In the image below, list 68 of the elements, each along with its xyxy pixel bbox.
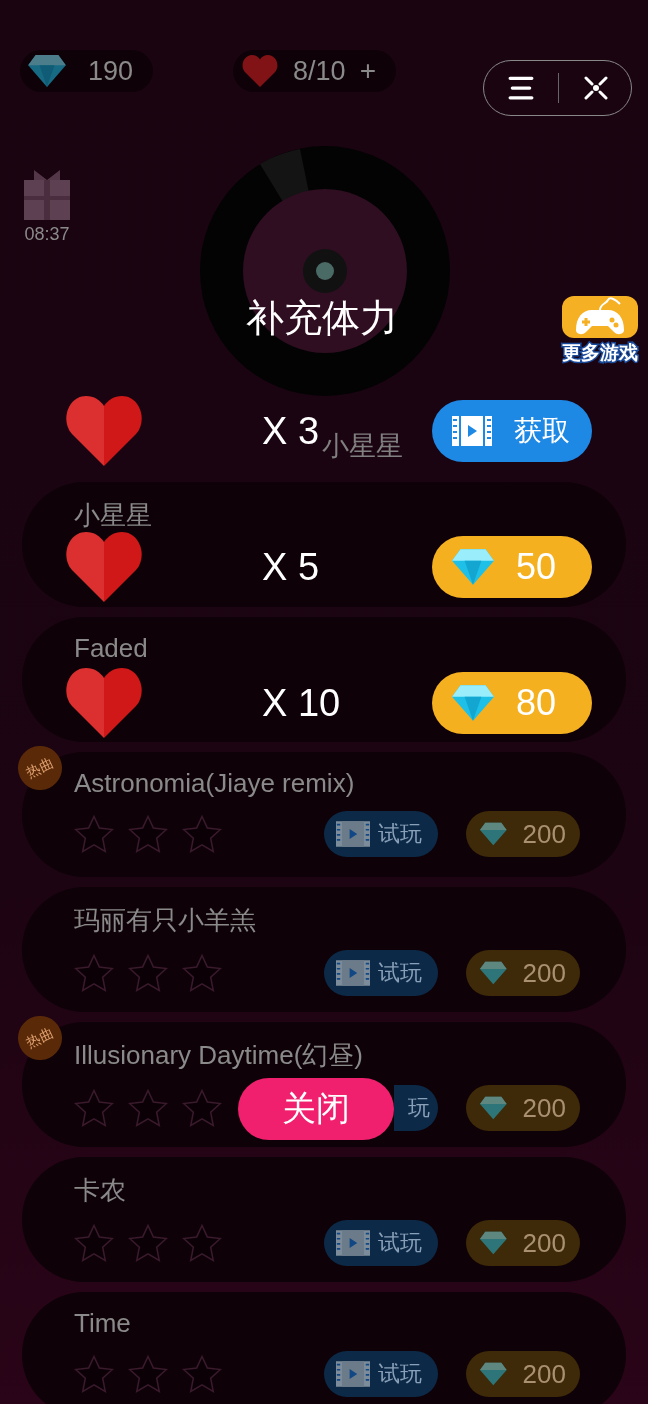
diamond-icon <box>480 1095 507 1121</box>
buy-button[interactable]: 200 <box>466 1085 580 1131</box>
trial-button[interactable]: 试玩 <box>324 811 438 857</box>
video-icon <box>336 960 370 986</box>
star-icon <box>128 1355 168 1393</box>
song-card[interactable]: 卡农 试玩 200 <box>22 1157 626 1282</box>
video-icon <box>336 1230 370 1256</box>
lives-count: 8/10 <box>293 55 346 87</box>
buy-button[interactable]: 200 <box>466 811 580 857</box>
buy-button[interactable]: 200 <box>466 1351 580 1397</box>
offer-amount: X 3 <box>262 409 320 453</box>
trial-button[interactable]: 试玩 <box>324 950 438 996</box>
song-title: 玛丽有只小羊羔 <box>74 904 257 937</box>
menu-icon[interactable] <box>508 76 534 100</box>
diamond-icon <box>480 1361 507 1387</box>
star-icon <box>74 954 114 992</box>
star-icon <box>128 1089 168 1127</box>
trial-button[interactable]: 试玩 <box>324 1220 438 1266</box>
diamond-icon <box>480 1230 507 1256</box>
song-card[interactable]: Time 试玩 200 <box>22 1292 626 1404</box>
close-button[interactable]: 关闭 <box>238 1078 394 1140</box>
add-lives-button[interactable]: + <box>359 55 376 87</box>
song-title: Astronomia(Jiaye remix) <box>74 768 356 799</box>
song-title: Illusionary Daytime(幻昼) <box>74 1039 364 1072</box>
star-icon <box>74 815 114 853</box>
gift-timer: 08:37 <box>24 224 70 245</box>
buy-button[interactable]: 200 <box>466 950 580 996</box>
diamond-icon <box>452 685 494 721</box>
trial-button[interactable]: 玩 <box>394 1085 438 1131</box>
heart-icon <box>241 55 280 87</box>
close-icon[interactable] <box>583 76 609 100</box>
now-playing-title: 小星星 <box>322 430 403 463</box>
song-title: 卡农 <box>74 1174 127 1207</box>
trial-button[interactable]: 试玩 <box>324 1351 438 1397</box>
heart-icon <box>66 668 142 738</box>
star-icon <box>182 1355 222 1393</box>
song-card[interactable]: 玛丽有只小羊羔 试玩 200 <box>22 887 626 1012</box>
offer-amount: X 5 <box>262 545 320 589</box>
song-title: Faded <box>74 633 149 664</box>
video-icon <box>336 821 370 847</box>
more-games-button[interactable]: 更多游戏 <box>562 296 638 366</box>
video-icon <box>452 416 492 446</box>
song-title: 小星星 <box>74 499 153 532</box>
dialog-title: 补充体力 <box>246 296 398 341</box>
diamond-icon <box>480 960 507 986</box>
star-icon <box>182 1089 222 1127</box>
star-icon <box>74 1224 114 1262</box>
offer-amount: X 10 <box>262 681 341 725</box>
song-title: Time <box>74 1308 132 1339</box>
star-icon <box>182 1224 222 1262</box>
buy-button[interactable]: 200 <box>466 1220 580 1266</box>
diamond-icon <box>28 55 66 87</box>
star-icon <box>74 1089 114 1127</box>
gem-count: 190 <box>88 55 134 87</box>
diamond-icon <box>452 549 494 585</box>
star-icon <box>74 1355 114 1393</box>
star-icon <box>128 1224 168 1262</box>
star-icon <box>128 815 168 853</box>
diamond-icon <box>480 821 507 847</box>
gamepad-icon <box>562 296 638 338</box>
get-button[interactable]: 获取 <box>432 400 592 462</box>
video-icon <box>336 1361 370 1387</box>
star-icon <box>182 815 222 853</box>
heart-icon <box>66 532 142 602</box>
heart-icon <box>66 396 142 466</box>
star-icon <box>182 954 222 992</box>
vinyl-disc-icon <box>200 146 450 396</box>
star-icon <box>128 954 168 992</box>
